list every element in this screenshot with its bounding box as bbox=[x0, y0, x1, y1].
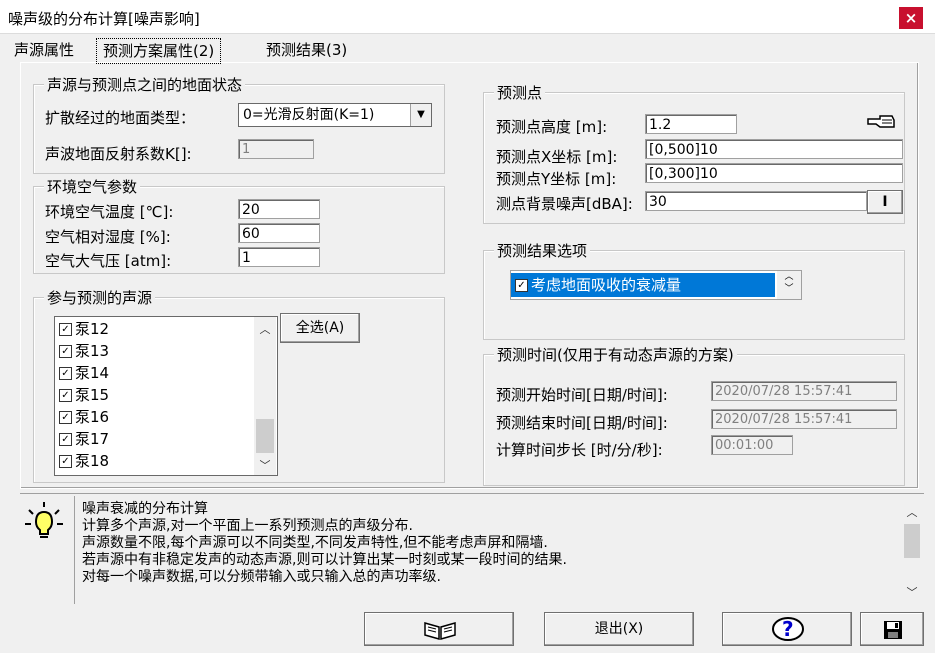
time-legend: 预测时间(仅用于有动态声源的方案) bbox=[494, 344, 737, 365]
info-line: 若声源中有非稳定发声的动态声源,则可以计算出某一时刻或某一段时间的结果. bbox=[82, 552, 567, 568]
y-coord-label: 预测点Y坐标 [m]: bbox=[496, 170, 617, 188]
question-icon: ? bbox=[771, 616, 805, 642]
checkbox[interactable]: ✓ bbox=[59, 433, 72, 446]
ground-type-label: 扩散经过的地面类型： bbox=[45, 109, 196, 127]
x-coord-field[interactable]: [0,500]10 bbox=[645, 139, 903, 159]
result-options-legend: 预测结果选项 bbox=[494, 240, 591, 261]
checkbox[interactable]: ✓ bbox=[59, 411, 72, 424]
ground-type-value: 0=光滑反射面(K=1) bbox=[243, 107, 375, 123]
sources-list[interactable]: ✓ 泵12 ✓ 泵13 ✓ 泵14 ✓ 泵15 ✓ 泵16 ✓ 泵17 ✓ 泵18 ︿ ﹀ bbox=[54, 316, 278, 476]
window-title: 噪声级的分布计算[噪声影响] bbox=[8, 10, 200, 28]
close-button[interactable]: × bbox=[899, 7, 923, 29]
pointing-hand-icon[interactable] bbox=[866, 111, 896, 133]
info-line: 计算多个声源,对一个平面上一系列预测点的声级分布. bbox=[82, 518, 413, 534]
checkbox[interactable]: ✓ bbox=[515, 279, 528, 292]
reflect-coef-label: 声波地面反射系数K[]: bbox=[45, 145, 192, 163]
option-label: 考虑地面吸收的衰减量 bbox=[531, 276, 682, 294]
chevron-up-icon[interactable]: ︿ bbox=[254, 321, 276, 337]
floppy-disk-icon bbox=[883, 620, 903, 644]
time-step-label: 计算时间步长 [时/分/秒]: bbox=[496, 441, 663, 459]
chevron-down-icon[interactable]: ﹀ bbox=[254, 457, 276, 473]
lightbulb-icon bbox=[23, 500, 65, 542]
option-ground-absorption[interactable]: ✓ 考虑地面吸收的衰减量 bbox=[511, 273, 775, 297]
reflect-coef-field[interactable]: 1 bbox=[238, 139, 314, 159]
pressure-field[interactable]: 1 bbox=[238, 247, 320, 267]
info-line: 对每一个噪声数据,可以分频带输入或只输入总的声功率级. bbox=[82, 569, 441, 585]
info-line: 声源数量不限,每个声源可以不同类型,不同发声特性,但不能考虑声屏和隔墙. bbox=[82, 535, 548, 551]
sources-scrollbar[interactable]: ︿ ﹀ bbox=[254, 317, 276, 475]
air-params-legend: 环境空气参数 bbox=[44, 176, 141, 197]
start-time-field[interactable]: 2020/07/28 15:57:41 bbox=[711, 381, 897, 401]
bg-noise-field[interactable]: 30 bbox=[645, 191, 867, 211]
predict-point-legend: 预测点 bbox=[494, 82, 546, 103]
checkbox[interactable]: ✓ bbox=[59, 345, 72, 358]
pressure-label: 空气大气压 [atm]: bbox=[45, 252, 172, 270]
help-button[interactable]: ? bbox=[722, 612, 852, 646]
height-label: 预测点高度 [m]: bbox=[496, 118, 608, 136]
manual-button[interactable] bbox=[364, 612, 514, 646]
list-item[interactable]: ✓ 泵17 bbox=[59, 428, 109, 450]
save-button[interactable] bbox=[860, 612, 924, 646]
bg-noise-label: 测点背景噪声[dBA]: bbox=[496, 195, 633, 213]
temperature-label: 环境空气温度 [℃]: bbox=[45, 203, 174, 221]
spin-arrows-icon[interactable]: ︿ ﹀ bbox=[777, 271, 801, 299]
end-time-label: 预测结束时间[日期/时间]: bbox=[496, 414, 668, 432]
info-scrollbar[interactable]: ︿ ﹀ bbox=[902, 500, 922, 604]
humidity-field[interactable]: 60 bbox=[238, 223, 320, 243]
scroll-thumb[interactable] bbox=[256, 419, 274, 453]
x-coord-label: 预测点X坐标 [m]: bbox=[496, 148, 618, 166]
start-time-label: 预测开始时间[日期/时间]: bbox=[496, 386, 668, 404]
y-coord-field[interactable]: [0,300]10 bbox=[645, 163, 903, 183]
ground-state-legend: 声源与预测点之间的地面状态 bbox=[44, 74, 246, 95]
book-icon bbox=[423, 619, 457, 645]
info-line: 噪声衰减的分布计算 bbox=[82, 501, 208, 517]
end-time-field[interactable]: 2020/07/28 15:57:41 bbox=[711, 409, 897, 429]
exit-button[interactable]: 退出(X) bbox=[544, 612, 694, 646]
temperature-field[interactable]: 20 bbox=[238, 199, 320, 219]
tab-results[interactable]: 预测结果(3) bbox=[260, 38, 353, 62]
ground-type-select[interactable]: 0=光滑反射面(K=1) ▼ bbox=[238, 103, 432, 127]
time-step-field[interactable]: 00:01:00 bbox=[711, 435, 793, 455]
title-bar: 噪声级的分布计算[噪声影响] × bbox=[0, 0, 935, 34]
tab-plan-properties[interactable]: 预测方案属性(2) bbox=[96, 38, 222, 64]
list-item[interactable]: ✓ 泵14 bbox=[59, 362, 109, 384]
select-all-button[interactable]: 全选(A) bbox=[280, 313, 360, 343]
list-item[interactable]: ✓ 泵13 bbox=[59, 340, 109, 362]
result-options-list[interactable]: ✓ 考虑地面吸收的衰减量 ︿ ﹀ bbox=[510, 270, 802, 300]
list-item[interactable]: ✓ 泵15 bbox=[59, 384, 109, 406]
list-item[interactable]: ✓ 泵12 bbox=[59, 318, 109, 340]
checkbox[interactable]: ✓ bbox=[59, 323, 72, 336]
chevron-down-icon[interactable]: ▼ bbox=[410, 104, 431, 126]
chevron-up-icon[interactable]: ︿ bbox=[902, 504, 922, 520]
checkbox[interactable]: ✓ bbox=[59, 367, 72, 380]
scroll-thumb[interactable] bbox=[904, 524, 920, 558]
checkbox[interactable]: ✓ bbox=[59, 455, 72, 468]
sources-legend: 参与预测的声源 bbox=[44, 287, 156, 308]
checkbox[interactable]: ✓ bbox=[59, 389, 72, 402]
chevron-down-icon[interactable]: ﹀ bbox=[902, 584, 922, 600]
height-field[interactable]: 1.2 bbox=[645, 114, 737, 134]
humidity-label: 空气相对湿度 [%]: bbox=[45, 228, 171, 246]
tab-source-properties[interactable]: 声源属性 bbox=[8, 38, 80, 62]
bg-noise-button[interactable]: I bbox=[867, 190, 903, 214]
list-item[interactable]: ✓ 泵18 bbox=[59, 450, 109, 472]
list-item[interactable]: ✓ 泵16 bbox=[59, 406, 109, 428]
